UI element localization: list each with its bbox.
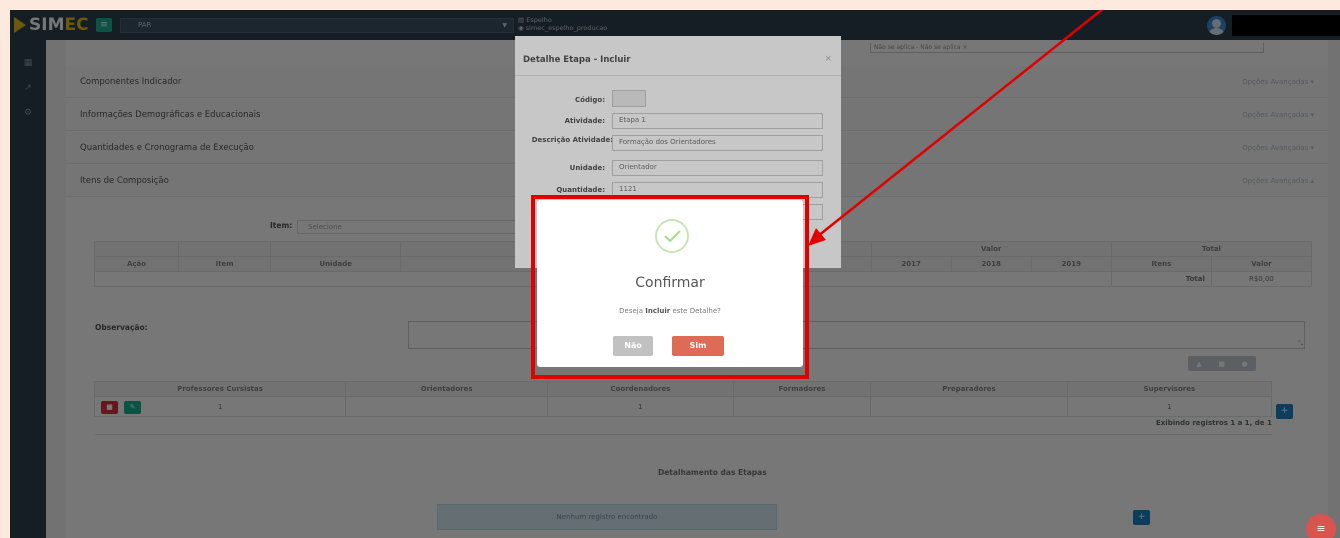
app-window: SIMEC ≡ PAR ▼ ▤ Espelho ◉ simec_espelho_…: [10, 10, 1340, 538]
menu-icon: ≡: [1316, 522, 1326, 535]
highlight-annotation-box: [531, 195, 809, 379]
floating-menu-button[interactable]: ≡: [1306, 514, 1336, 538]
